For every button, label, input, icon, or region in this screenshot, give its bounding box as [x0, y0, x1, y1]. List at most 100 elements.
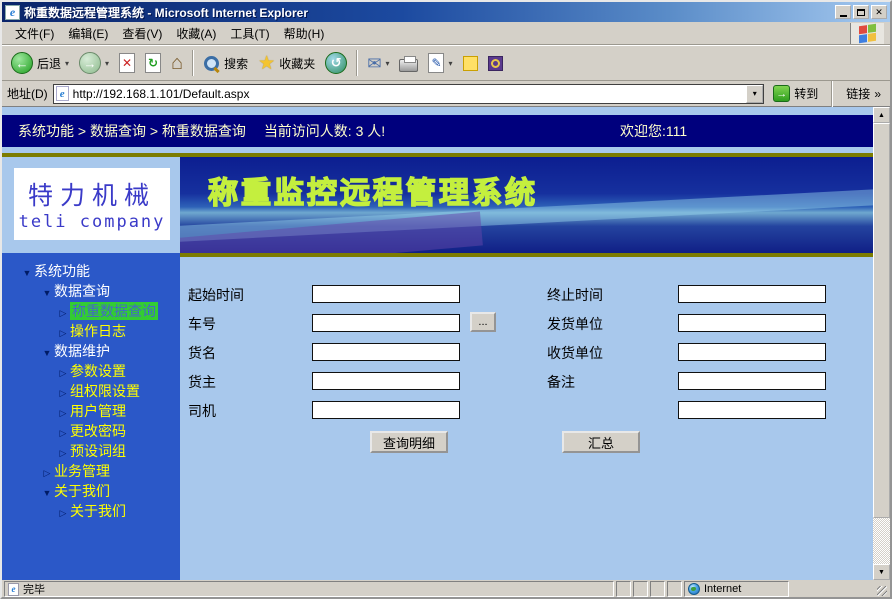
- status-pane: [667, 581, 682, 597]
- sidebar-item-user-management[interactable]: ▷用户管理: [2, 401, 180, 421]
- minimize-button[interactable]: [835, 5, 851, 19]
- status-bar: e 完毕 Internet: [2, 580, 890, 597]
- goods-owner-input[interactable]: [312, 372, 460, 390]
- shipper-input[interactable]: [678, 314, 826, 332]
- scroll-up-button[interactable]: ▲: [873, 107, 890, 123]
- tree-leaf-icon: ▷: [56, 443, 70, 463]
- end-time-input[interactable]: [678, 285, 826, 303]
- remarks-input[interactable]: [678, 372, 826, 390]
- search-button[interactable]: 搜索: [198, 47, 253, 79]
- sidebar-item-operation-log[interactable]: ▷操作日志: [2, 321, 180, 341]
- banner-title: 称重监控远程管理系统: [208, 168, 538, 212]
- mail-button[interactable]: ✉ ▾: [362, 47, 394, 79]
- welcome-user: 欢迎您:111: [620, 115, 687, 147]
- research-button[interactable]: [483, 47, 508, 79]
- favorites-label: 收藏夹: [279, 55, 315, 72]
- sidebar-item-label: 用户管理: [70, 403, 126, 419]
- sidebar-item-system-functions[interactable]: ▼系统功能: [2, 261, 180, 281]
- menu-help[interactable]: 帮助(H): [277, 22, 332, 45]
- sidebar-item-parameter-settings[interactable]: ▷参数设置: [2, 361, 180, 381]
- toolbar: ← 后退 ▾ → ▾ ✕ ↻ ⌂ 搜索 ★ 收藏夹 ↺ ✉: [2, 45, 890, 81]
- stop-button[interactable]: ✕: [114, 47, 140, 79]
- stop-icon: ✕: [119, 53, 135, 73]
- receiver-label: 收货单位: [547, 343, 603, 363]
- sidebar-item-weighing-data-query[interactable]: ▷称重数据查询: [2, 301, 180, 321]
- mail-icon: ✉: [367, 55, 381, 72]
- scroll-down-button[interactable]: ▼: [873, 564, 890, 580]
- go-button[interactable]: → 转到: [769, 85, 822, 102]
- receiver-input[interactable]: [678, 343, 826, 361]
- menu-file[interactable]: 文件(F): [8, 22, 61, 45]
- tree-collapsed-icon[interactable]: ▷: [40, 463, 54, 483]
- tree-leaf-icon: ▷: [56, 423, 70, 443]
- back-dropdown-icon[interactable]: ▾: [65, 59, 69, 68]
- security-zone-pane: Internet: [684, 581, 789, 597]
- tree-expanded-icon[interactable]: ▼: [40, 483, 54, 503]
- menu-edit[interactable]: 编辑(E): [61, 22, 115, 45]
- links-button[interactable]: 链接 »: [842, 85, 885, 102]
- edit-button[interactable]: ✎ ▾: [423, 47, 457, 79]
- status-text: 完毕: [23, 581, 45, 597]
- tree-expanded-icon[interactable]: ▼: [40, 343, 54, 363]
- vehicle-number-input[interactable]: [312, 314, 460, 332]
- goods-name-input[interactable]: [312, 343, 460, 361]
- sidebar-item-data-query[interactable]: ▼数据查询: [2, 281, 180, 301]
- summary-button[interactable]: 汇总: [562, 431, 640, 453]
- forward-button[interactable]: → ▾: [74, 47, 114, 79]
- sidebar-item-group-permission-settings[interactable]: ▷组权限设置: [2, 381, 180, 401]
- toolbar-separator: [356, 50, 358, 76]
- resize-grip[interactable]: [874, 581, 888, 597]
- close-button[interactable]: ✕: [871, 5, 887, 19]
- sidebar-tree: ▼系统功能 ▼数据查询 ▷称重数据查询 ▷操作日志 ▼数据维护 ▷参数设置 ▷组…: [2, 253, 180, 580]
- menu-favorites[interactable]: 收藏(A): [169, 22, 223, 45]
- tree-leaf-icon: ▷: [56, 303, 70, 323]
- toolbar-separator: [192, 50, 194, 76]
- back-button[interactable]: ← 后退 ▾: [6, 47, 74, 79]
- address-dropdown-button[interactable]: ▾: [746, 85, 763, 103]
- close-icon: ✕: [875, 7, 883, 18]
- tree-expanded-icon[interactable]: ▼: [20, 263, 34, 283]
- sidebar-item-preset-phrases[interactable]: ▷预设词组: [2, 441, 180, 461]
- refresh-button[interactable]: ↻: [140, 47, 166, 79]
- title-bar: e 称重数据远程管理系统 - Microsoft Internet Explor…: [2, 2, 890, 22]
- maximize-button[interactable]: [853, 5, 869, 19]
- vertical-scrollbar[interactable]: ▲ ▼: [873, 107, 890, 580]
- favorites-button[interactable]: ★ 收藏夹: [253, 47, 320, 79]
- history-button[interactable]: ↺: [320, 47, 352, 79]
- vehicle-browse-button[interactable]: ...: [470, 312, 496, 332]
- sidebar-item-about-us[interactable]: ▼关于我们: [2, 481, 180, 501]
- address-input[interactable]: [73, 86, 747, 102]
- print-icon: [399, 59, 418, 72]
- messenger-button[interactable]: [458, 47, 483, 79]
- menu-view[interactable]: 查看(V): [115, 22, 169, 45]
- tree-expanded-icon[interactable]: ▼: [40, 283, 54, 303]
- sidebar-item-business-management[interactable]: ▷业务管理: [2, 461, 180, 481]
- breadcrumb: 系统功能 > 数据查询 > 称重数据查询: [18, 123, 246, 139]
- extra-input[interactable]: [678, 401, 826, 419]
- sidebar-item-about-us-page[interactable]: ▷关于我们: [2, 501, 180, 521]
- maximize-icon: [857, 9, 865, 16]
- goods-owner-label: 货主: [188, 372, 216, 392]
- home-button[interactable]: ⌂: [166, 47, 188, 79]
- start-time-input[interactable]: [312, 285, 460, 303]
- refresh-icon: ↻: [145, 53, 161, 73]
- query-details-button[interactable]: 查询明细: [370, 431, 448, 453]
- links-label: 链接: [846, 85, 870, 102]
- edit-dropdown-icon[interactable]: ▾: [448, 59, 452, 68]
- web-page: 系统功能 > 数据查询 > 称重数据查询 当前访问人数: 3 人! 欢迎您:11…: [2, 107, 873, 580]
- mail-dropdown-icon[interactable]: ▾: [385, 59, 389, 68]
- edit-icon: ✎: [428, 53, 444, 73]
- sidebar-item-change-password[interactable]: ▷更改密码: [2, 421, 180, 441]
- messenger-icon: [463, 56, 478, 71]
- print-button[interactable]: [394, 47, 423, 79]
- search-label: 搜索: [224, 55, 248, 72]
- menu-tools[interactable]: 工具(T): [223, 22, 276, 45]
- sidebar-item-label: 数据维护: [54, 343, 110, 359]
- ie-logo-icon: e: [5, 5, 20, 20]
- sidebar-item-data-maintenance[interactable]: ▼数据维护: [2, 341, 180, 361]
- sidebar-item-label: 业务管理: [54, 463, 110, 479]
- forward-dropdown-icon[interactable]: ▾: [105, 59, 109, 68]
- scrollbar-thumb[interactable]: [873, 123, 890, 518]
- driver-input[interactable]: [312, 401, 460, 419]
- tree-leaf-icon: ▷: [56, 403, 70, 423]
